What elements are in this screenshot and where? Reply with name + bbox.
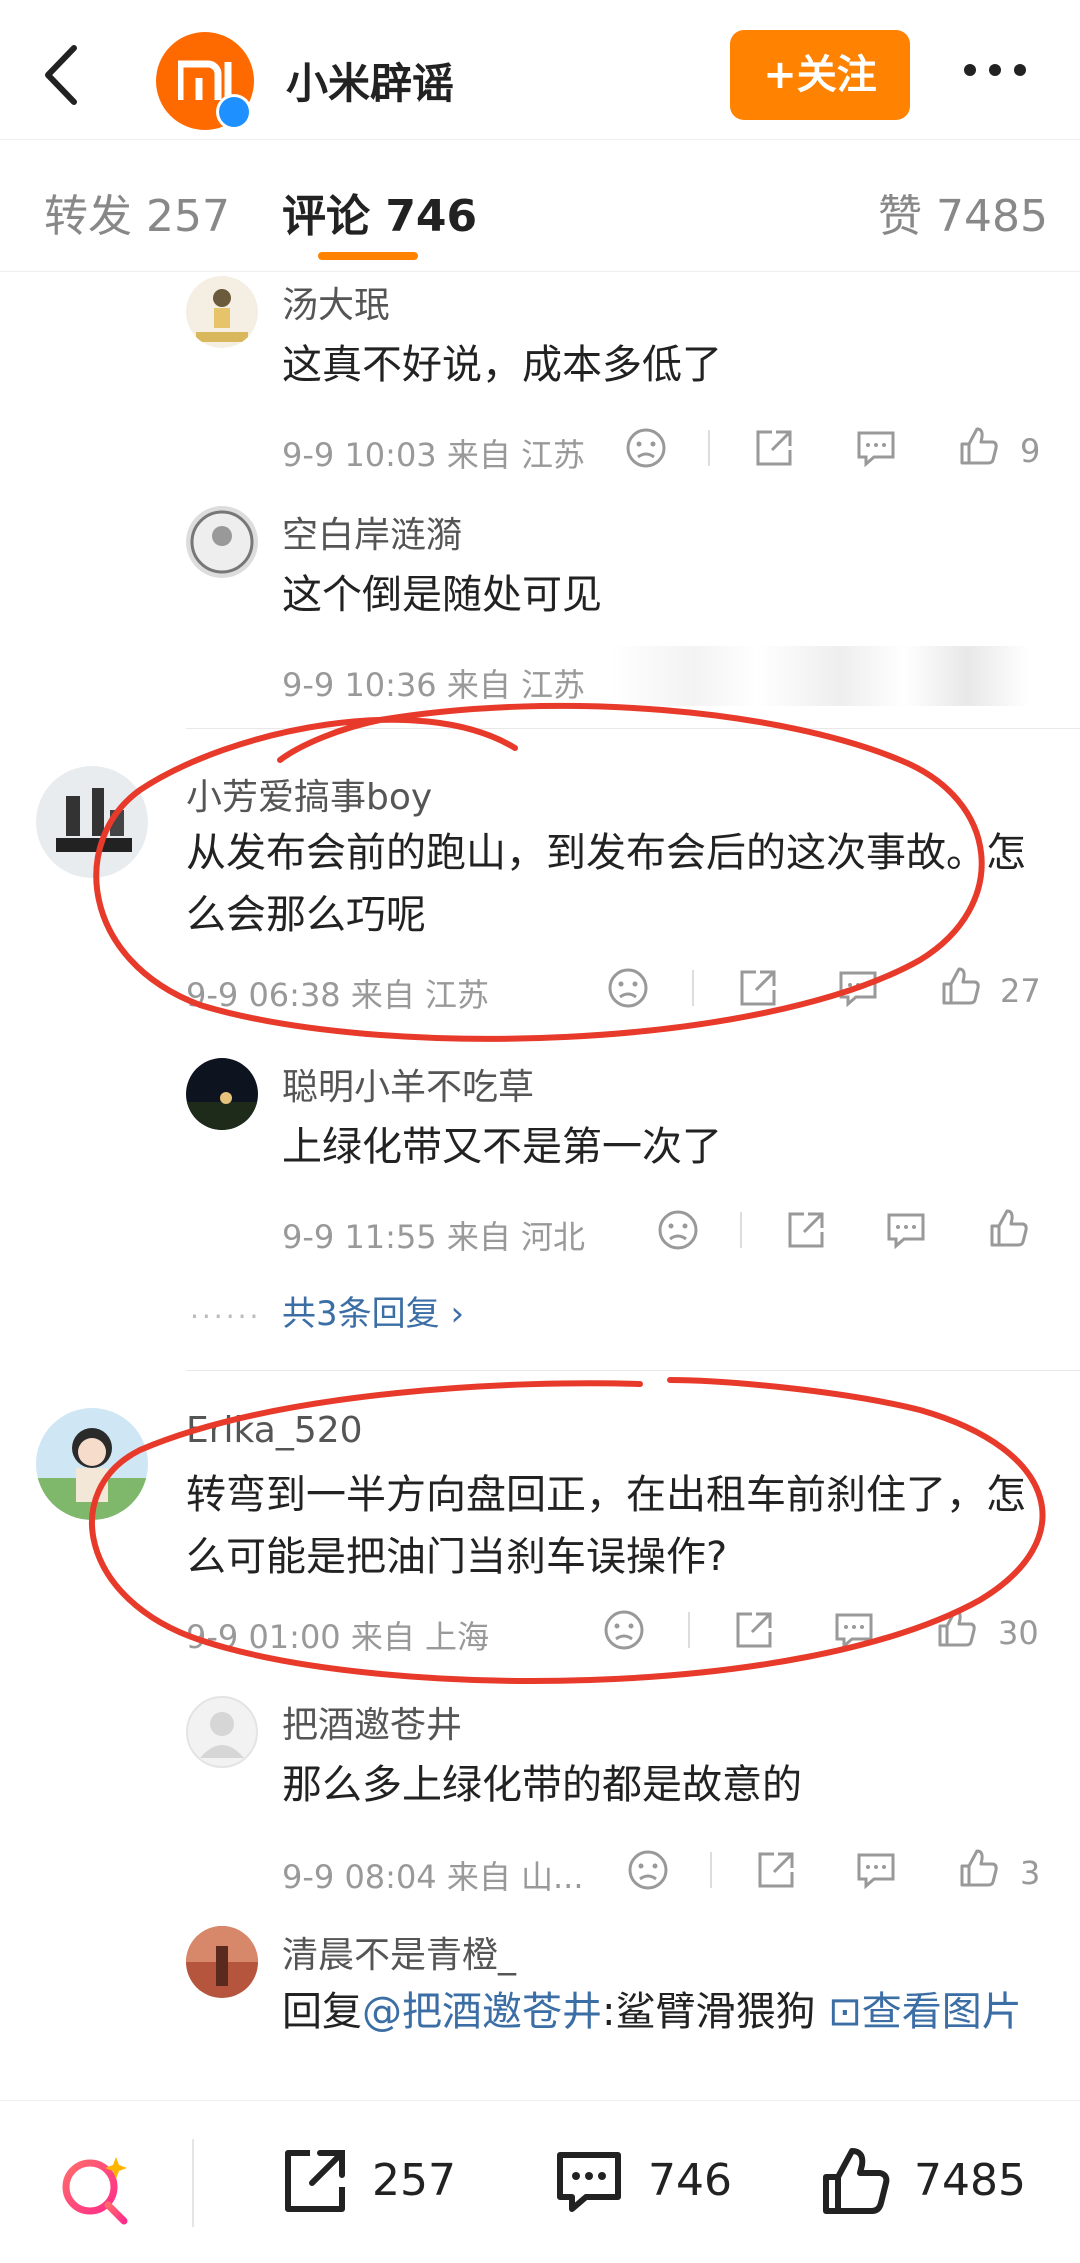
comment-text: 回复@把酒邀苍井:鲨臂滑猥狗 ⊡查看图片: [282, 1982, 1042, 2042]
divider: [708, 430, 710, 466]
share-icon[interactable]: [752, 426, 796, 470]
dislike-face-icon[interactable]: [606, 966, 650, 1010]
comment-meta: 9-9 10:36 来自 江苏: [282, 666, 586, 704]
comment-meta: 9-9 01:00 来自 上海: [186, 1618, 490, 1656]
divider: [710, 1852, 712, 1888]
avatar[interactable]: [186, 506, 258, 578]
tab-bar: 转发 257 评论 746 赞 7485: [0, 140, 1080, 272]
comment-author[interactable]: 聪明小羊不吃草: [282, 1058, 534, 1110]
bottom-action-bar: 257 746 7485: [0, 2100, 1080, 2263]
comment-icon[interactable]: [884, 1208, 928, 1252]
top-nav-bar: 小米辟谣 +关注: [0, 0, 1080, 140]
like-icon[interactable]: [934, 1606, 978, 1650]
comment-author[interactable]: 把酒邀苍井: [282, 1696, 462, 1748]
comment-text: 从发布会前的跑山，到发布会后的这次事故。怎么会那么巧呢: [186, 830, 1026, 938]
like-count: 27: [1000, 972, 1041, 1010]
comment-text: 转弯到一半方向盘回正，在出租车前刹住了，怎么可能是把油门当刹车误操作?: [186, 1472, 1026, 1580]
tab-comments[interactable]: 评论 746: [282, 180, 477, 244]
comment-author[interactable]: 汤大珉: [282, 276, 390, 328]
tab-reposts[interactable]: 转发 257: [44, 180, 230, 244]
comment-icon[interactable]: [836, 966, 880, 1010]
comment-text: 这真不好说，成本多低了: [282, 342, 722, 388]
reply-body: :鲨臂滑猥狗: [602, 1989, 829, 2035]
divider: [186, 1370, 1080, 1371]
divider: [692, 970, 694, 1006]
like-icon[interactable]: [956, 424, 1000, 468]
comment-author[interactable]: 小芳爱搞事boy: [186, 768, 432, 820]
mention-link[interactable]: @把酒邀苍井: [362, 1989, 602, 2035]
comment-text: 上绿化带又不是第一次了: [282, 1124, 722, 1170]
blurred-actions: [610, 646, 1030, 706]
search-sparkle-icon[interactable]: [54, 2147, 138, 2231]
avatar[interactable]: [36, 766, 148, 878]
comment-text: 这个倒是随处可见: [282, 572, 602, 618]
comment-author[interactable]: 空白岸涟漪: [282, 506, 462, 558]
avatar[interactable]: [186, 1058, 258, 1130]
like-count: 30: [998, 1614, 1039, 1652]
avatar[interactable]: [186, 1696, 258, 1768]
comment-author[interactable]: 清晨不是青橙_: [282, 1926, 516, 1978]
active-tab-indicator: [318, 252, 418, 260]
dislike-face-icon[interactable]: [626, 1848, 670, 1892]
divider: [192, 2139, 194, 2227]
comment-icon[interactable]: [832, 1608, 876, 1652]
like-icon[interactable]: [938, 964, 982, 1008]
divider: [688, 1612, 690, 1648]
share-icon[interactable]: [732, 1608, 776, 1652]
comment-icon[interactable]: [854, 1848, 898, 1892]
comment-count[interactable]: 746: [648, 2155, 732, 2206]
avatar[interactable]: [186, 276, 258, 348]
share-icon[interactable]: [736, 966, 780, 1010]
share-icon[interactable]: [754, 1848, 798, 1892]
divider: [740, 1212, 742, 1248]
like-icon[interactable]: [818, 2145, 892, 2219]
like-count[interactable]: 7485: [914, 2155, 1026, 2206]
dislike-face-icon[interactable]: [602, 1608, 646, 1652]
dislike-face-icon[interactable]: [624, 426, 668, 470]
back-arrow-icon[interactable]: [36, 40, 86, 110]
dislike-face-icon[interactable]: [656, 1208, 700, 1252]
like-count: 9: [1020, 432, 1041, 470]
view-image-link[interactable]: ⊡查看图片: [828, 1989, 1022, 2035]
avatar[interactable]: [186, 1926, 258, 1998]
divider: [186, 728, 1080, 729]
comment-icon[interactable]: [854, 426, 898, 470]
comment-meta: 9-9 11:55 来自 河北: [282, 1218, 586, 1256]
share-icon[interactable]: [784, 1208, 828, 1252]
like-icon[interactable]: [956, 1846, 1000, 1890]
more-options-icon[interactable]: [960, 60, 1030, 80]
comment-meta: 9-9 08:04 来自 山...: [282, 1858, 584, 1896]
reply-dots: ......: [190, 1292, 262, 1325]
share-icon[interactable]: [278, 2145, 352, 2219]
comment-text: 那么多上绿化带的都是故意的: [282, 1762, 802, 1808]
comment-icon[interactable]: [552, 2145, 626, 2219]
share-count[interactable]: 257: [372, 2155, 456, 2206]
reply-prefix: 回复: [282, 1989, 362, 2035]
comment-meta: 9-9 10:03 来自 江苏: [282, 436, 586, 474]
comment-meta: 9-9 06:38 来自 江苏: [186, 976, 490, 1014]
more-replies-link[interactable]: 共3条回复 ›: [282, 1286, 464, 1335]
avatar[interactable]: [36, 1408, 148, 1520]
like-icon[interactable]: [986, 1206, 1030, 1250]
account-title: 小米辟谣: [286, 59, 455, 108]
comment-author[interactable]: Erika_520: [186, 1410, 363, 1451]
tab-likes[interactable]: 赞 7485: [878, 180, 1048, 244]
like-count: 3: [1020, 1854, 1041, 1892]
verified-badge-icon: [216, 94, 252, 130]
follow-button[interactable]: +关注: [730, 30, 910, 120]
